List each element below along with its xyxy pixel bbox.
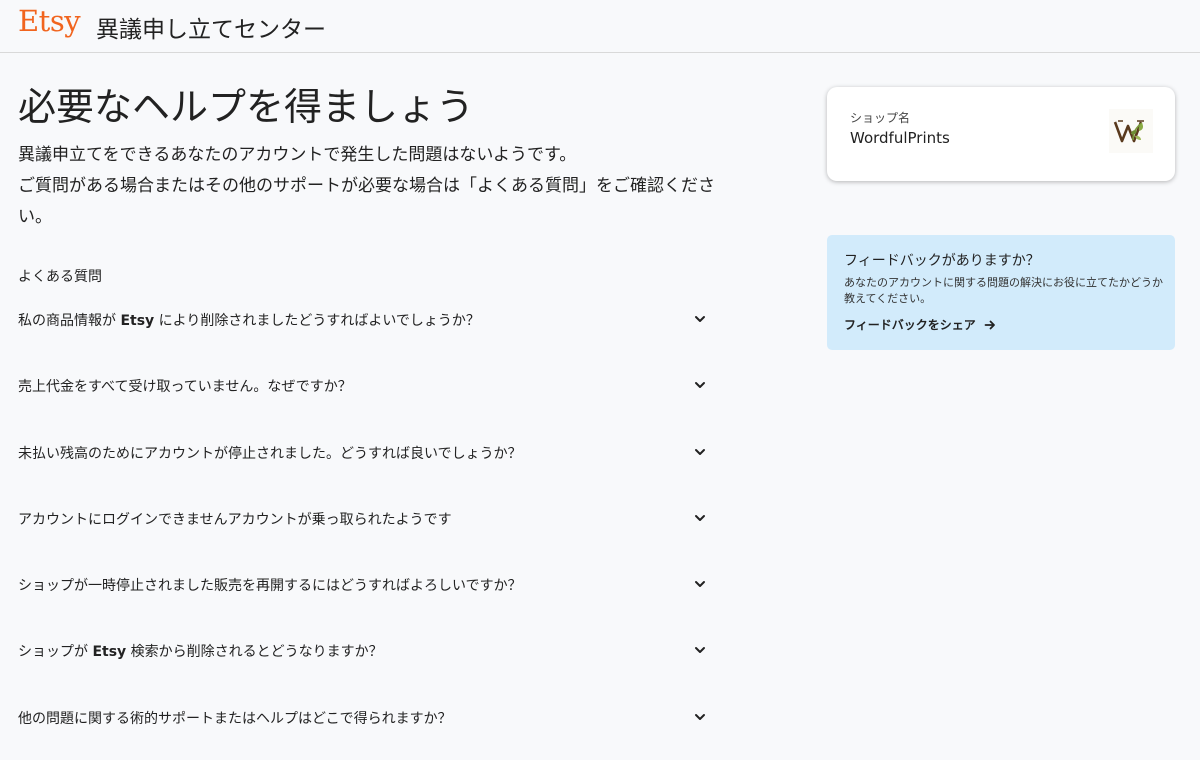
feedback-body: あなたのアカウントに関する問題の解決にお役に立てたかどうか教えてください。 xyxy=(844,276,1163,305)
feedback-box: フィードバックがありますか？ あなたのアカウントに関する問題の解決にお役に立てた… xyxy=(827,235,1175,350)
faq-question: 私の商品情報が Etsy により削除されましたどうすればよいでしょうか？ xyxy=(18,313,480,329)
intro-text: 異議申立てをできるあなたのアカウントで発生した問題はないようです。 ご質問がある… xyxy=(18,140,718,233)
etsy-logo[interactable]: Etsy xyxy=(18,4,81,38)
shop-card: ショップ名 WordfulPrints xyxy=(827,87,1175,181)
faq-item[interactable]: 私の商品情報が Etsy により削除されましたどうすればよいでしょうか？ xyxy=(18,296,708,362)
wordfulprints-logo-icon xyxy=(1109,109,1153,153)
page-title: 必要なヘルプを得ましょう xyxy=(18,85,475,129)
feedback-title: フィードバックがありますか？ xyxy=(844,253,1040,269)
faq-item[interactable]: ショップが一時停止されました販売を再開するにはどうすればよろしいですか？ xyxy=(18,561,708,627)
faq-question: ショップが Etsy 検索から削除されるとどうなりますか？ xyxy=(18,644,383,661)
faq-item[interactable]: ショップが Etsy 検索から削除されるとどうなりますか？ xyxy=(18,627,708,693)
top-header: Etsy 異議申し立てセンター xyxy=(0,0,1200,53)
chevron-down-icon[interactable] xyxy=(694,578,706,590)
share-feedback-label: フィードバックをシェア xyxy=(844,318,976,332)
faq-question: 売上代金をすべて受け取っていません。なぜですか？ xyxy=(18,379,352,396)
chevron-down-icon[interactable] xyxy=(694,446,706,458)
faq-item[interactable]: 未払い残高のためにアカウントが停止されました。どうすれば良いでしょうか？ xyxy=(18,429,708,495)
chevron-down-icon[interactable] xyxy=(694,644,706,656)
chevron-down-icon[interactable] xyxy=(694,313,706,325)
faq-question: ショップが一時停止されました販売を再開するにはどうすればよろしいですか？ xyxy=(18,578,522,595)
chevron-down-icon[interactable] xyxy=(694,512,706,524)
shop-label: ショップ名 xyxy=(850,111,911,125)
faq-item[interactable]: 売上代金をすべて受け取っていません。なぜですか？ xyxy=(18,362,708,428)
main-content: 必要なヘルプを得ましょう 異議申立てをできるあなたのアカウントで発生した問題はな… xyxy=(18,82,718,233)
intro-line-1: 異議申立てをできるあなたのアカウントで発生した問題はないようです。 xyxy=(18,145,577,165)
share-feedback-link[interactable]: フィードバックをシェア xyxy=(844,316,996,333)
faq-question: 未払い残高のためにアカウントが停止されました。どうすれば良いでしょうか？ xyxy=(18,445,522,462)
intro-line-2: ご質問がある場合またはその他のサポートが必要な場合は「よくある質問」をご確認くだ… xyxy=(18,176,715,227)
faq-item[interactable]: アカウントにログインできませんアカウントが乗っ取られたようです xyxy=(18,495,708,561)
faq-heading: よくある質問 xyxy=(18,269,102,285)
faq-question: 他の問題に関する術的サポートまたはヘルプはどこで得られますか？ xyxy=(18,710,452,727)
arrow-right-icon xyxy=(984,320,995,329)
faq-item[interactable]: 他の問題に関する術的サポートまたはヘルプはどこで得られますか？ xyxy=(18,694,708,760)
faq-list: 私の商品情報が Etsy により削除されましたどうすればよいでしょうか？ 売上代… xyxy=(18,296,708,760)
chevron-down-icon[interactable] xyxy=(694,379,706,391)
shop-name: WordfulPrints xyxy=(850,129,950,147)
chevron-down-icon[interactable] xyxy=(694,711,706,723)
header-title: 異議申し立てセンター xyxy=(96,17,326,43)
faq-question: アカウントにログインできませんアカウントが乗っ取られたようです xyxy=(18,511,452,528)
